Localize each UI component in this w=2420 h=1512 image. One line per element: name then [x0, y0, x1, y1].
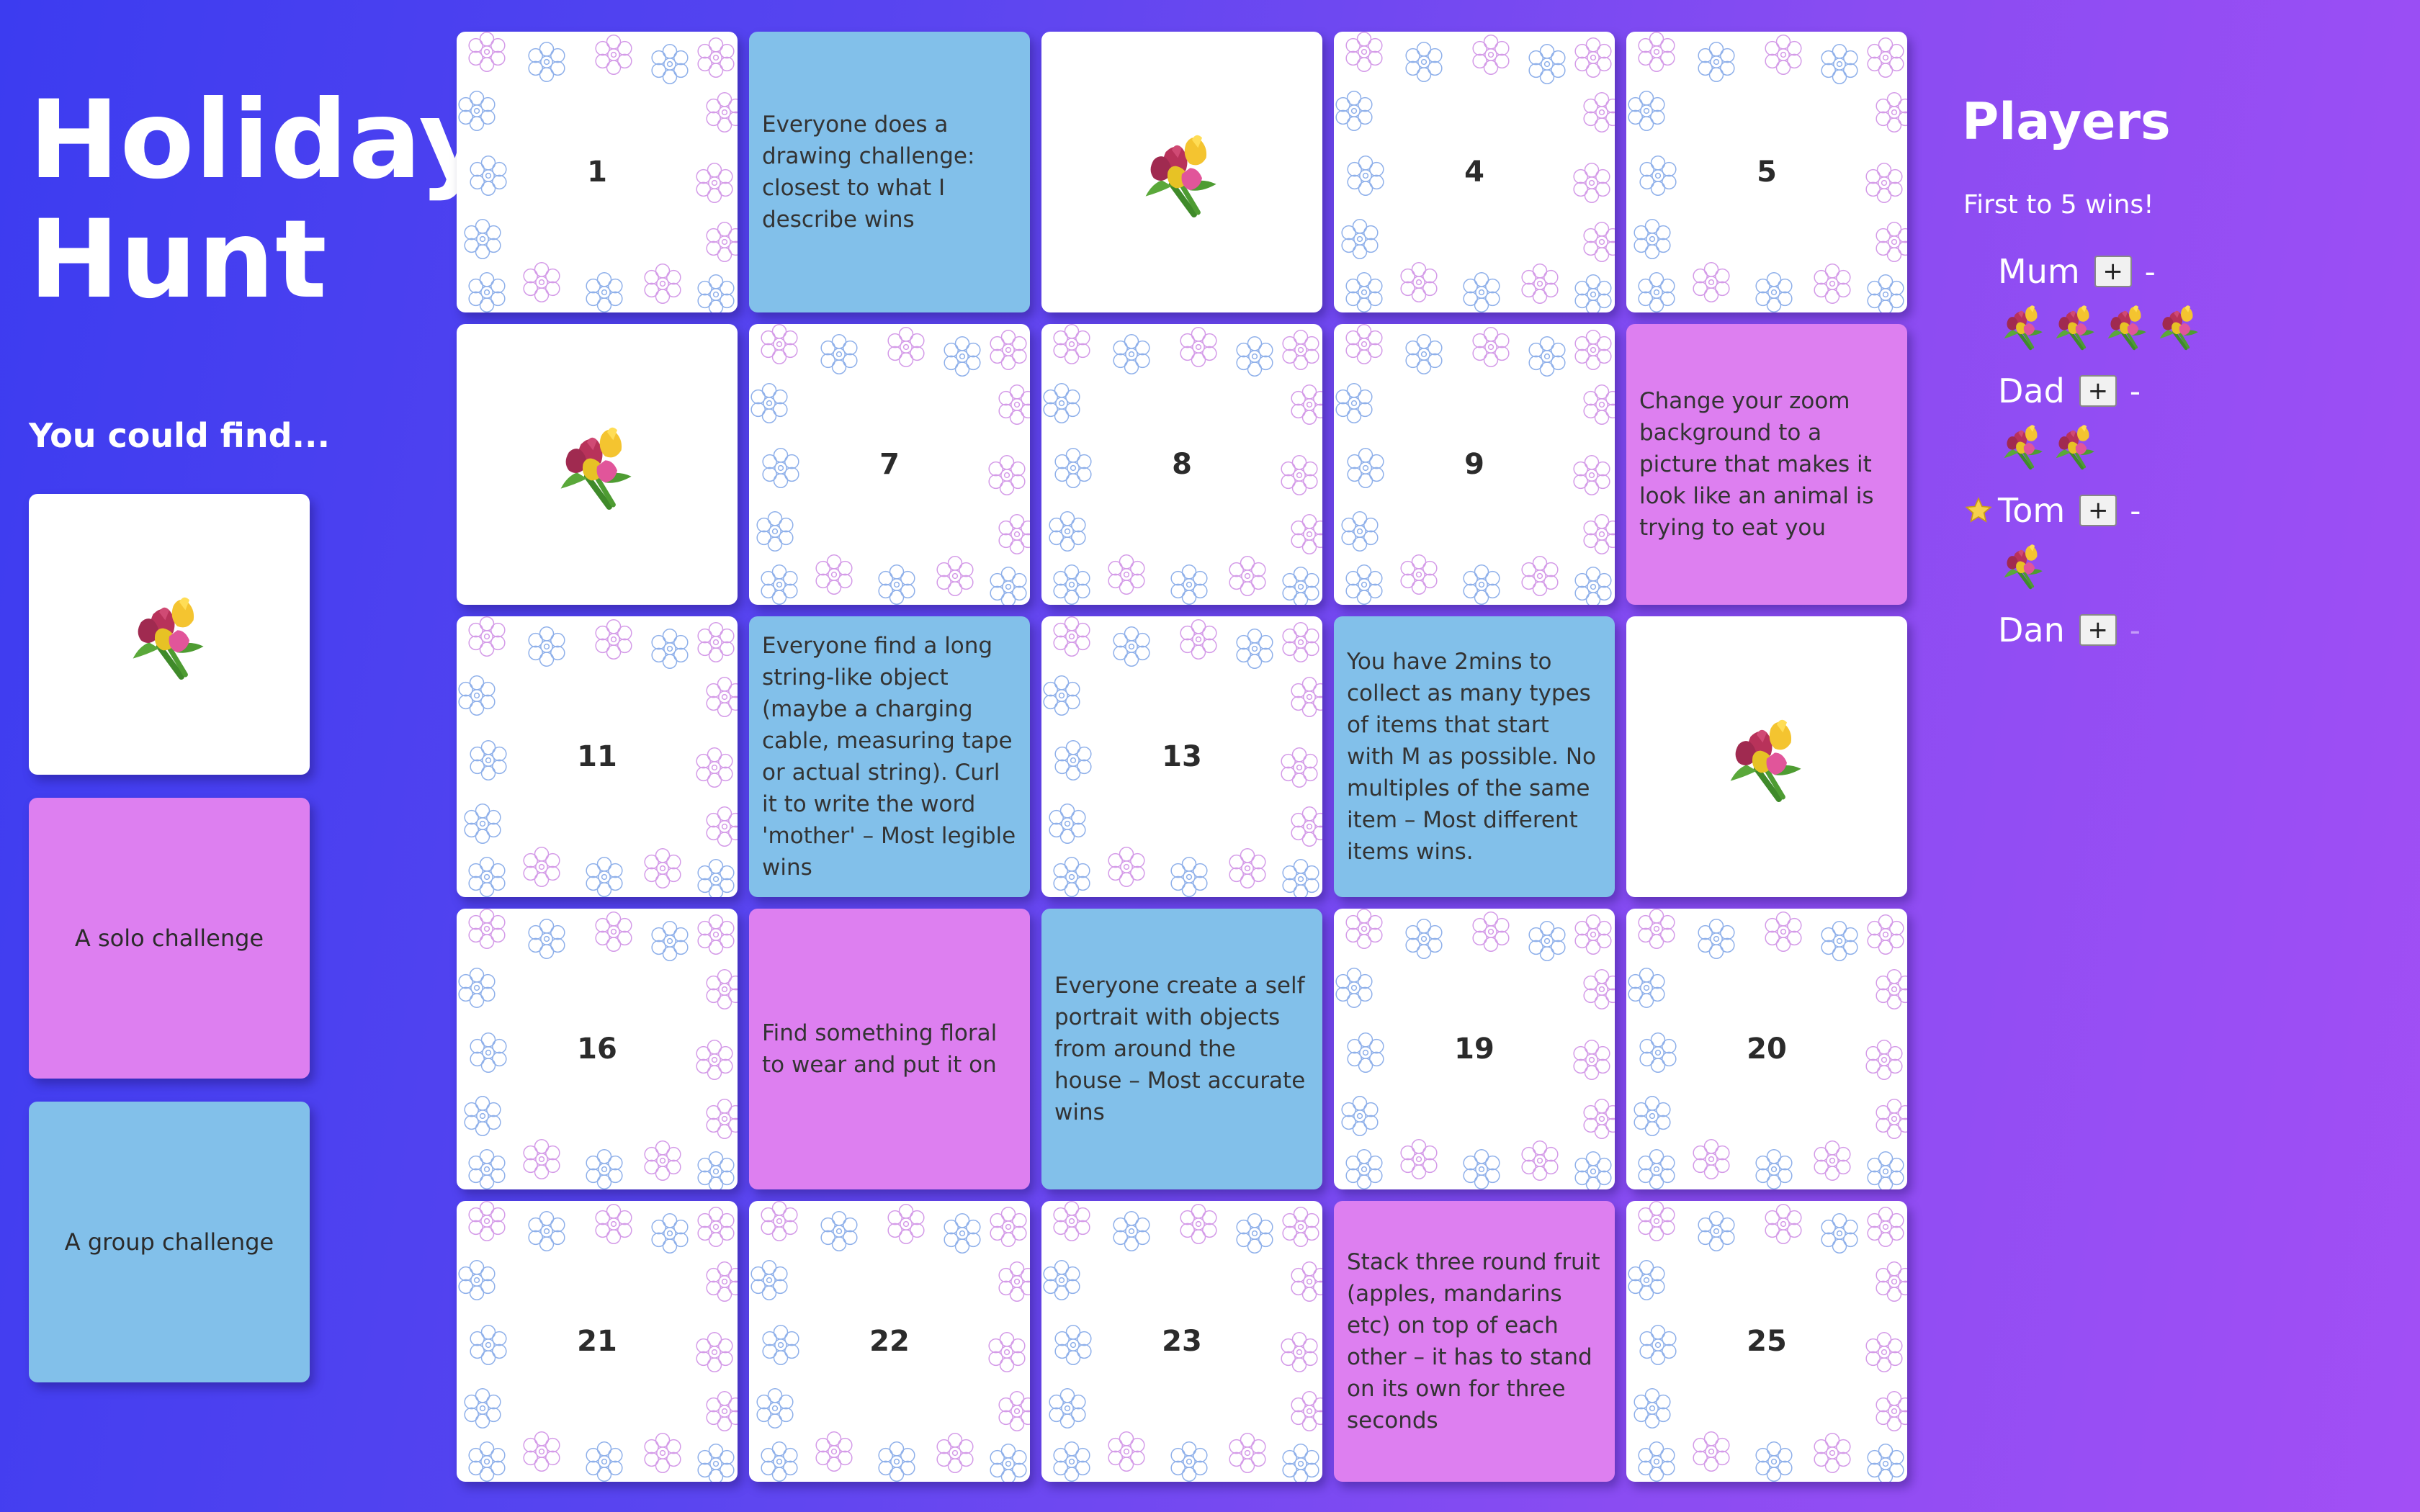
- tile-number: 23: [1162, 1325, 1202, 1358]
- board-tile-3[interactable]: [1041, 32, 1322, 312]
- board-tile-16[interactable]: 16: [457, 909, 738, 1189]
- board-tile-21[interactable]: 21: [457, 1201, 738, 1482]
- board-tile-2[interactable]: Everyone does a drawing challenge: close…: [749, 32, 1030, 312]
- tile-number: 5: [1757, 156, 1777, 189]
- bouquet-icon: [1716, 706, 1817, 807]
- bouquet-icon: [2048, 298, 2103, 353]
- add-point-button[interactable]: +: [2079, 614, 2117, 646]
- tile-number: 11: [577, 740, 617, 773]
- board-tile-7[interactable]: 7: [749, 324, 1030, 605]
- tile-number: 20: [1747, 1032, 1787, 1066]
- board-tile-4[interactable]: 4: [1334, 32, 1615, 312]
- board-tile-20[interactable]: 20: [1626, 909, 1907, 1189]
- bouquet-icon: [2048, 418, 2103, 472]
- tile-number: 13: [1162, 740, 1202, 773]
- find-heading: You could find...: [29, 416, 330, 455]
- players-title: Players: [1962, 92, 2171, 151]
- tile-number: 9: [1464, 448, 1484, 481]
- remove-point-button[interactable]: -: [2145, 254, 2156, 289]
- player-name: Dan: [1998, 611, 2065, 649]
- players-subtitle: First to 5 wins!: [1963, 190, 2154, 220]
- board-tile-24[interactable]: Stack three round fruit (apples, mandari…: [1334, 1201, 1615, 1482]
- board-tile-25[interactable]: 25: [1626, 1201, 1907, 1482]
- group-challenge-text: Everyone create a self portrait with obj…: [1054, 973, 1306, 1125]
- board-tile-17[interactable]: Find something floral to wear and put it…: [749, 909, 1030, 1189]
- star-icon: [1964, 496, 1993, 525]
- solo-challenge-text: Find something floral to wear and put it…: [762, 1020, 998, 1078]
- board-tile-19[interactable]: 19: [1334, 909, 1615, 1189]
- app-title: Holiday Hunt: [29, 78, 490, 323]
- legend-prize-card: [29, 494, 310, 775]
- solo-challenge-text: Stack three round fruit (apples, mandari…: [1347, 1249, 1600, 1434]
- remove-point-button[interactable]: -: [2130, 374, 2141, 409]
- remove-point-button[interactable]: -: [2130, 613, 2141, 648]
- remove-point-button[interactable]: -: [2130, 493, 2141, 528]
- board-tile-13[interactable]: 13: [1041, 616, 1322, 897]
- bouquet-icon: [547, 414, 647, 515]
- bouquet-icon: [1996, 418, 2051, 472]
- player-score-bouquets: [1996, 536, 2335, 593]
- board-tile-9[interactable]: 9: [1334, 324, 1615, 605]
- bouquet-icon: [2100, 298, 2155, 353]
- tile-number: 22: [869, 1325, 910, 1358]
- bouquet-icon: [1996, 298, 2051, 353]
- board-tile-23[interactable]: 23: [1041, 1201, 1322, 1482]
- tile-number: 4: [1464, 156, 1484, 189]
- game-board: 1 Everyone does a drawing challenge: clos…: [457, 32, 1907, 1482]
- tile-number: 7: [879, 448, 900, 481]
- group-challenge-text: Everyone find a long string-like object …: [762, 633, 1016, 881]
- board-tile-15[interactable]: [1626, 616, 1907, 897]
- tile-number: 25: [1747, 1325, 1787, 1358]
- board-tile-14[interactable]: You have 2mins to collect as many types …: [1334, 616, 1615, 897]
- tile-number: 21: [577, 1325, 617, 1358]
- player-name: Dad: [1998, 372, 2065, 410]
- legend-group-card: A group challenge: [29, 1102, 310, 1382]
- player-entry: Dad + -: [1960, 366, 2335, 474]
- add-point-button[interactable]: +: [2094, 256, 2132, 287]
- legend-solo-label: A solo challenge: [74, 924, 264, 952]
- player-entry: Mum + -: [1960, 246, 2335, 354]
- bouquet-icon: [1131, 122, 1232, 222]
- group-challenge-text: Everyone does a drawing challenge: close…: [762, 112, 975, 233]
- tile-number: 1: [587, 156, 607, 189]
- legend-solo-card: A solo challenge: [29, 798, 310, 1079]
- board-tile-8[interactable]: 8: [1041, 324, 1322, 605]
- player-name: Mum: [1998, 252, 2080, 291]
- bouquet-icon: [1996, 537, 2051, 592]
- player-score-bouquets: [1996, 416, 2335, 474]
- tile-number: 16: [577, 1032, 617, 1066]
- player-entry: Tom + -: [1960, 485, 2335, 593]
- player-score-bouquets: [1996, 297, 2335, 354]
- board-tile-12[interactable]: Everyone find a long string-like object …: [749, 616, 1030, 897]
- bouquet-icon: [2152, 298, 2207, 353]
- add-point-button[interactable]: +: [2079, 375, 2117, 407]
- board-tile-10[interactable]: Change your zoom background to a picture…: [1626, 324, 1907, 605]
- legend-group-label: A group challenge: [64, 1228, 274, 1256]
- bouquet-icon: [119, 584, 220, 685]
- group-challenge-text: You have 2mins to collect as many types …: [1347, 649, 1597, 865]
- player-entry: Dan + -: [1960, 605, 2335, 655]
- board-tile-5[interactable]: 5: [1626, 32, 1907, 312]
- tile-number: 8: [1172, 448, 1192, 481]
- board-tile-11[interactable]: 11: [457, 616, 738, 897]
- player-name: Tom: [1998, 491, 2066, 530]
- board-tile-22[interactable]: 22: [749, 1201, 1030, 1482]
- tile-number: 19: [1454, 1032, 1494, 1066]
- board-tile-1[interactable]: 1: [457, 32, 738, 312]
- board-tile-18[interactable]: Everyone create a self portrait with obj…: [1041, 909, 1322, 1189]
- solo-challenge-text: Change your zoom background to a picture…: [1639, 388, 1874, 541]
- board-tile-6[interactable]: [457, 324, 738, 605]
- add-point-button[interactable]: +: [2079, 495, 2118, 526]
